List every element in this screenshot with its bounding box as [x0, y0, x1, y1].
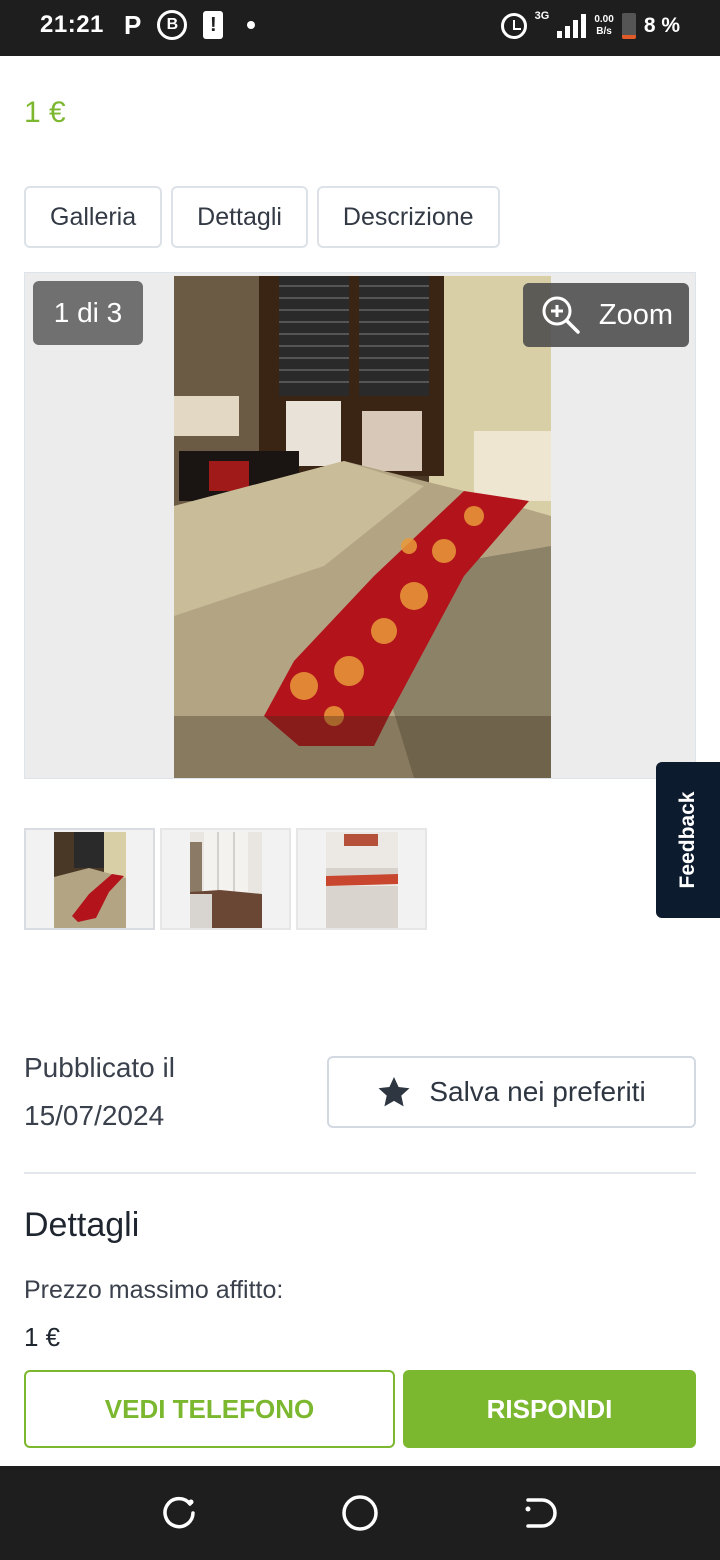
star-icon — [378, 1077, 410, 1107]
zoom-button[interactable]: Zoom — [522, 283, 689, 347]
data-speed-value: 0.00 — [594, 14, 614, 25]
tab-dettagli[interactable]: Dettagli — [171, 186, 308, 248]
published-date: 15/07/2024 — [24, 1100, 165, 1131]
save-favorites-button[interactable]: Salva nei preferiti — [327, 1056, 696, 1128]
section-divider — [24, 1172, 696, 1174]
data-speed-unit: B/s — [596, 26, 612, 37]
feedback-tab[interactable]: Feedback — [656, 762, 720, 918]
photo-gallery[interactable]: 1 di 3 Zoom — [24, 272, 696, 779]
feedback-label: Feedback — [676, 791, 699, 889]
max-rent-value: 1 € — [24, 1322, 61, 1352]
system-icons: 3G 0.00 B/s 8 % — [500, 8, 680, 44]
tab-descrizione[interactable]: Descrizione — [316, 186, 500, 248]
save-favorites-label: Salva nei preferiti — [429, 1076, 646, 1107]
zoom-label: Zoom — [598, 298, 673, 331]
reply-button[interactable]: RISPONDI — [403, 1370, 696, 1448]
zoom-in-icon — [542, 296, 580, 334]
more-notifications-icon — [247, 21, 256, 29]
recent-apps-icon[interactable] — [160, 1494, 198, 1532]
alarm-icon — [500, 13, 527, 39]
thumbnail-1-image — [54, 832, 126, 928]
parking-app-icon: P — [124, 9, 142, 40]
network-type: 3G — [534, 10, 550, 22]
listing-price: 1 € — [24, 96, 66, 129]
tab-galleria[interactable]: Galleria — [24, 186, 163, 248]
thumbnail-1[interactable] — [24, 828, 155, 930]
photo-counter: 1 di 3 — [33, 281, 143, 345]
status-bar: 21:21 P B ! 3G 0.00 B/s 8 % — [0, 0, 720, 56]
thumbnail-strip — [24, 828, 427, 930]
notification-icons: P B ! — [124, 9, 256, 41]
data-speed: 0.00 B/s — [594, 14, 613, 38]
alert-icon: ! — [203, 11, 224, 39]
thumbnail-3[interactable] — [296, 828, 427, 930]
b-app-icon: B — [157, 10, 188, 40]
thumbnail-2[interactable] — [160, 828, 291, 930]
published-label: Pubblicato il — [24, 1052, 175, 1083]
thumbnail-3-image — [326, 832, 398, 928]
section-tabs: Galleria Dettagli Descrizione — [24, 186, 500, 248]
battery-icon — [621, 13, 636, 39]
thumbnail-2-image — [190, 832, 262, 928]
system-nav-bar — [0, 1466, 720, 1560]
max-rent-label: Prezzo massimo affitto: — [24, 1276, 284, 1304]
details-heading: Dettagli — [24, 1206, 140, 1244]
signal-icon — [557, 14, 587, 38]
status-time: 21:21 — [40, 11, 104, 38]
battery-percent: 8 % — [643, 14, 680, 37]
back-icon[interactable] — [520, 1494, 558, 1532]
show-phone-button[interactable]: VEDI TELEFONO — [24, 1370, 395, 1448]
home-icon[interactable] — [341, 1494, 379, 1532]
main-photo[interactable] — [174, 276, 551, 778]
